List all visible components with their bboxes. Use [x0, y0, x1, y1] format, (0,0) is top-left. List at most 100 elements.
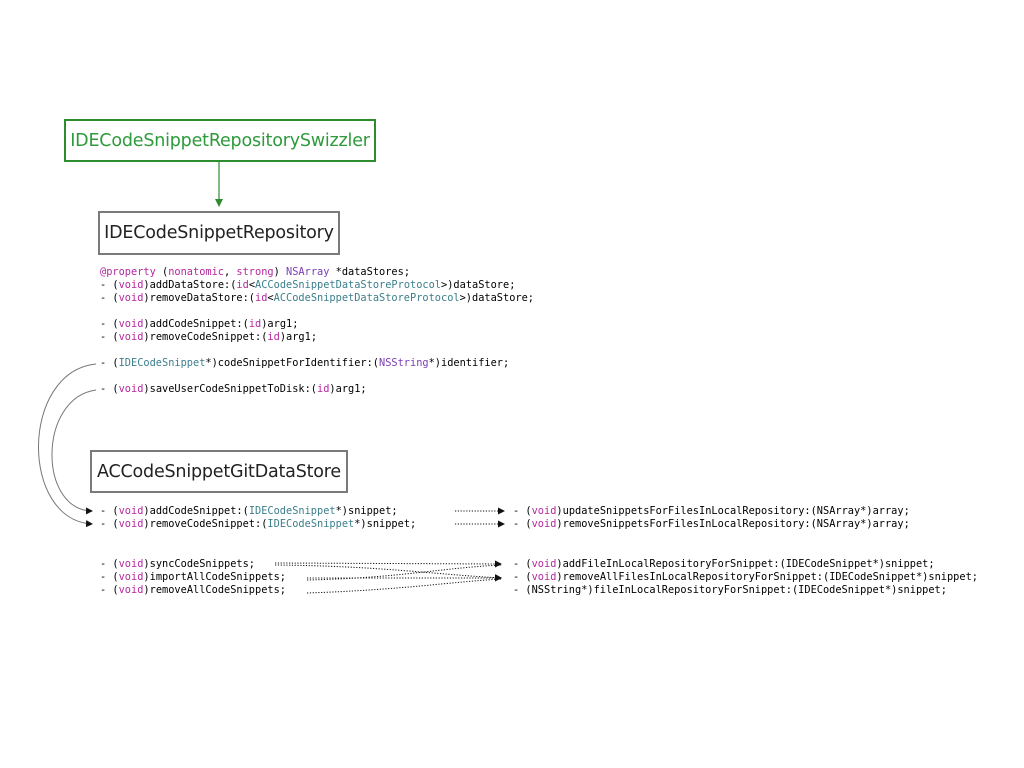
code-token-cl: NSArray: [286, 266, 330, 278]
code-token-kw: id: [248, 318, 262, 330]
file-method-list: - (void)addFileInLocalRepositoryForSnipp…: [513, 558, 978, 597]
code-token: )addFileInLocalRepositoryForSnippet:(IDE…: [556, 558, 935, 570]
method-line: - (NSString*)fileInLocalRepositoryForSni…: [513, 584, 978, 597]
code-token: )saveUserCodeSnippetToDisk:(: [143, 383, 318, 395]
code-token: (: [155, 266, 169, 278]
method-line: - (void)removeAllCodeSnippets;: [100, 584, 286, 597]
code-token-kw: void: [118, 383, 144, 395]
code-token-kw: void: [531, 518, 557, 530]
method-line: - (void)removeAllFilesInLocalRepositoryF…: [513, 571, 978, 584]
code-token: )addCodeSnippet:(: [143, 318, 249, 330]
dotted-arrow-removeall-removefiles: [306, 578, 502, 594]
dotted-arrow-sync-removefiles: [274, 564, 502, 582]
code-token: >)dataStore;: [441, 279, 516, 291]
code-token: )importAllCodeSnippets;: [143, 571, 287, 583]
code-token: - (: [100, 331, 119, 343]
code-token: - (: [100, 571, 119, 583]
code-token: )arg1;: [261, 318, 299, 330]
repository-method-list: @property (nonatomic, strong) NSArray *d…: [100, 266, 534, 396]
code-token: )removeSnippetsForFilesInLocalRepository…: [556, 518, 910, 530]
curve-arrow-outer: [38, 363, 97, 528]
method-line: - (void)addCodeSnippet:(IDECodeSnippet*)…: [100, 505, 416, 518]
code-token: - (: [100, 292, 119, 304]
code-token-kw: nonatomic: [168, 266, 224, 278]
code-token: *)codeSnippetForIdentifier:(: [205, 357, 379, 369]
method-line: - (IDECodeSnippet*)codeSnippetForIdentif…: [100, 357, 534, 370]
method-line: - (void)importAllCodeSnippets;: [100, 571, 286, 584]
code-token-kw: void: [531, 558, 557, 570]
dotted-arrow-sync-addfile: [274, 560, 502, 568]
method-line: - (void)saveUserCodeSnippetToDisk:(id)ar…: [100, 383, 534, 396]
code-token: )arg1;: [329, 383, 367, 395]
code-token: )removeDataStore:(: [143, 292, 256, 304]
code-token: )addCodeSnippet:(: [143, 505, 249, 517]
code-token-kw: id: [236, 279, 249, 291]
code-token-ty: IDECodeSnippet: [248, 505, 336, 517]
code-token-kw: id: [267, 331, 280, 343]
dotted-arrow-import-addfile: [306, 564, 502, 581]
code-token: )updateSnippetsForFilesInLocalRepository…: [556, 505, 910, 517]
code-token-kw: void: [118, 571, 144, 583]
code-token-kw: void: [118, 279, 144, 291]
code-token-kw: void: [118, 558, 144, 570]
sync-method-list: - (void)syncCodeSnippets; - (void)importA…: [100, 558, 286, 597]
git-data-store-class-box: ACCodeSnippetGitDataStore: [90, 450, 348, 493]
method-line: - (void)addCodeSnippet:(id)arg1;: [100, 318, 534, 331]
code-token: )removeAllFilesInLocalRepositoryForSnipp…: [556, 571, 978, 583]
repository-class-name: IDECodeSnippetRepository: [104, 223, 334, 243]
method-line: - (void)addDataStore:(id<ACCodeSnippetDa…: [100, 279, 534, 292]
method-line: - (void)syncCodeSnippets;: [100, 558, 286, 571]
method-line: - (void)removeCodeSnippet:(IDECodeSnippe…: [100, 518, 416, 531]
method-line: - (void)removeCodeSnippet:(id)arg1;: [100, 331, 534, 344]
code-token-kw: void: [118, 505, 144, 517]
code-token-kw: void: [118, 318, 144, 330]
code-token-kw: void: [118, 584, 144, 596]
method-line: - (void)removeSnippetsForFilesInLocalRep…: [513, 518, 910, 531]
code-token: - (: [513, 571, 532, 583]
code-token: - (: [513, 505, 532, 517]
code-token: - (: [100, 383, 119, 395]
code-token: ,: [224, 266, 237, 278]
code-token-kw: id: [317, 383, 330, 395]
method-line: [100, 370, 534, 383]
code-token-kw: void: [531, 571, 557, 583]
git-repo-method-list: - (void)updateSnippetsForFilesInLocalRep…: [513, 505, 910, 531]
code-token: - (NSString*)fileInLocalRepositoryForSni…: [513, 584, 947, 596]
code-token: *dataStores;: [329, 266, 411, 278]
code-token-ty: ACCodeSnippetDataStoreProtocol: [273, 292, 460, 304]
code-token-kw: strong: [236, 266, 274, 278]
code-token: )removeCodeSnippet:(: [143, 331, 268, 343]
method-line: - (void)updateSnippetsForFilesInLocalRep…: [513, 505, 910, 518]
code-token: - (: [100, 518, 119, 530]
code-token: - (: [513, 558, 532, 570]
code-token: - (: [100, 279, 119, 291]
code-token: - (: [100, 505, 119, 517]
code-token: ): [273, 266, 287, 278]
method-line: [100, 305, 534, 318]
method-line: @property (nonatomic, strong) NSArray *d…: [100, 266, 534, 279]
code-token: )arg1;: [279, 331, 318, 343]
git-snippet-method-list: - (void)addCodeSnippet:(IDECodeSnippet*)…: [100, 505, 416, 531]
code-token-ty: ACCodeSnippetDataStoreProtocol: [255, 279, 442, 291]
code-token: )removeAllCodeSnippets;: [143, 584, 287, 596]
code-token: - (: [513, 518, 532, 530]
git-data-store-class-name: ACCodeSnippetGitDataStore: [97, 461, 341, 482]
code-token-kw: id: [255, 292, 268, 304]
code-token-kw: void: [118, 292, 144, 304]
method-line: [100, 344, 534, 357]
code-token: )removeCodeSnippet:(: [143, 518, 268, 530]
code-token-ty: IDECodeSnippet: [267, 518, 355, 530]
code-token: - (: [100, 357, 119, 369]
code-token-ty: IDECodeSnippet: [118, 357, 206, 369]
code-token: )syncCodeSnippets;: [143, 558, 256, 570]
code-token-cl: NSString: [379, 357, 429, 369]
code-token-kw: void: [118, 518, 144, 530]
code-token: - (: [100, 318, 119, 330]
code-token-kw: @property: [100, 266, 156, 278]
swizzler-class-box: IDECodeSnippetRepositorySwizzler: [64, 119, 376, 162]
method-line: - (void)removeDataStore:(id<ACCodeSnippe…: [100, 292, 534, 305]
code-token: *)identifier;: [428, 357, 510, 369]
code-token: )addDataStore:(: [143, 279, 237, 291]
method-line: - (void)addFileInLocalRepositoryForSnipp…: [513, 558, 978, 571]
code-token-kw: void: [118, 331, 144, 343]
